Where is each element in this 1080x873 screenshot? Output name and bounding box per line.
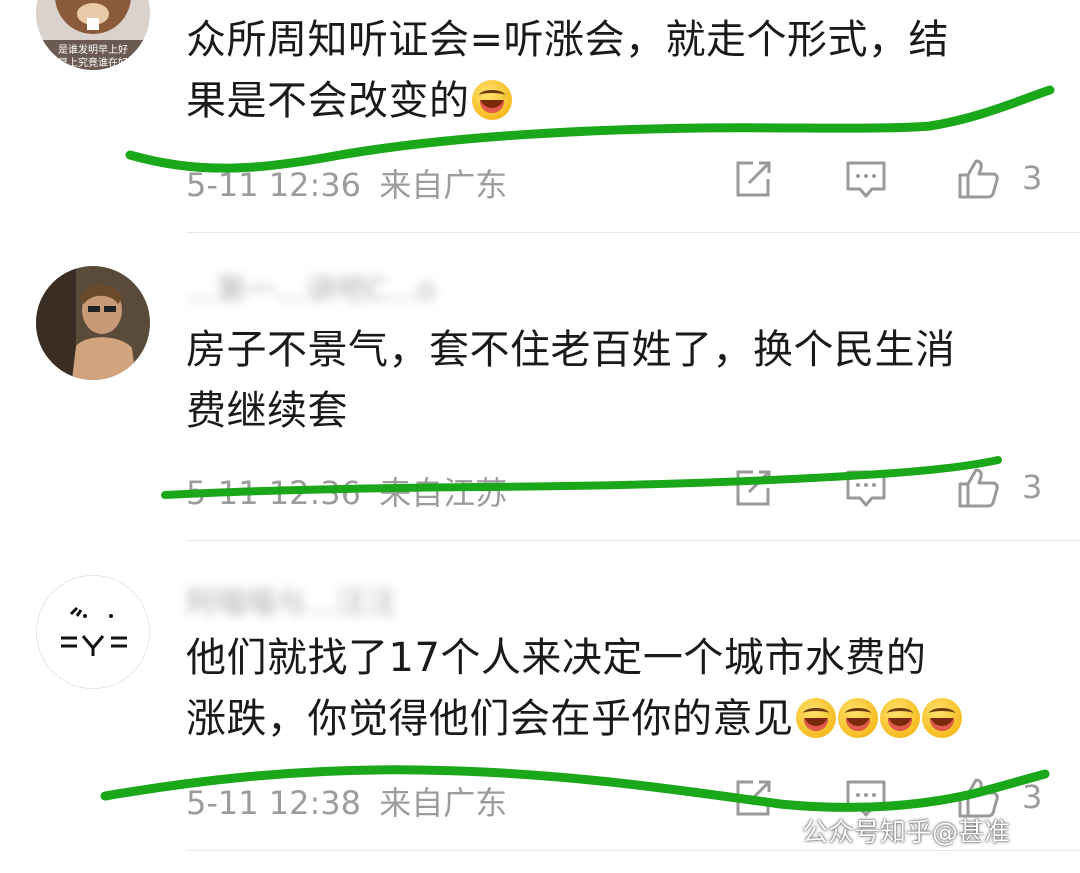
comment-actions: 3 xyxy=(0,157,1080,207)
tears-of-joy-emoji-icon xyxy=(471,80,512,120)
comment-text: 众所周知听证会=听涨会，就走个形式，结 果是不会改变的 xyxy=(186,10,1056,132)
watermark: 公众号知乎@甚准 xyxy=(760,812,1010,849)
like-count: 3 xyxy=(1022,468,1043,506)
person-avatar-image xyxy=(36,266,150,380)
divider xyxy=(186,540,1080,541)
avatar[interactable] xyxy=(36,266,150,380)
watermark-text: 公众号知乎@甚准 xyxy=(802,818,1011,848)
username[interactable]: 阿喵喵与…汪汪 xyxy=(186,578,396,622)
comment-text-line: 涨跌，你觉得他们会在乎你的意见 xyxy=(186,696,794,742)
comment-text-line: 房子不景气，套不住老百姓了，换个民生消 xyxy=(186,327,956,373)
grinning-emoji-icon xyxy=(795,698,836,738)
grinning-emoji-icon xyxy=(879,698,920,738)
beaver-avatar-image: 是谁发明早上好 早上究竟谁在好 xyxy=(36,0,150,70)
wechat-icon xyxy=(760,817,794,843)
comment-text-line: 他们就找了17个人来决定一个城市水费的 xyxy=(186,635,927,681)
avatar-caption: 早上究竟谁在好 xyxy=(58,56,128,69)
comment-text-line: 费继续套 xyxy=(186,388,348,434)
thumbs-up-icon[interactable] xyxy=(956,157,1000,201)
divider xyxy=(186,850,1080,851)
comment-text-line: 众所周知听证会=听涨会，就走个形式，结 xyxy=(186,17,950,63)
avatar-caption: 是谁发明早上好 xyxy=(58,43,128,56)
avatar[interactable]: 是谁发明早上好 早上究竟谁在好 xyxy=(36,0,150,70)
avatar[interactable] xyxy=(36,575,150,689)
comment-text: 房子不景气，套不住老百姓了，换个民生消 费继续套 xyxy=(186,320,1056,442)
username[interactable]: …第一…讲吧C…o xyxy=(186,265,435,309)
comment-icon[interactable] xyxy=(844,157,888,201)
like-count: 3 xyxy=(1022,778,1043,816)
comment-text-line: 果是不会改变的 xyxy=(186,78,470,124)
divider xyxy=(186,232,1080,233)
like-count: 3 xyxy=(1022,159,1043,197)
comment-text: 他们就找了17个人来决定一个城市水费的 涨跌，你觉得他们会在乎你的意见 xyxy=(186,628,1056,750)
cat-doodle-avatar-image xyxy=(37,576,149,688)
share-icon[interactable] xyxy=(731,466,775,510)
thumbs-up-icon[interactable] xyxy=(956,466,1000,510)
comment-actions: 3 xyxy=(0,466,1080,516)
grinning-emoji-icon xyxy=(837,698,878,738)
share-icon[interactable] xyxy=(731,157,775,201)
grinning-emoji-icon xyxy=(921,698,962,738)
comment-icon[interactable] xyxy=(844,466,888,510)
